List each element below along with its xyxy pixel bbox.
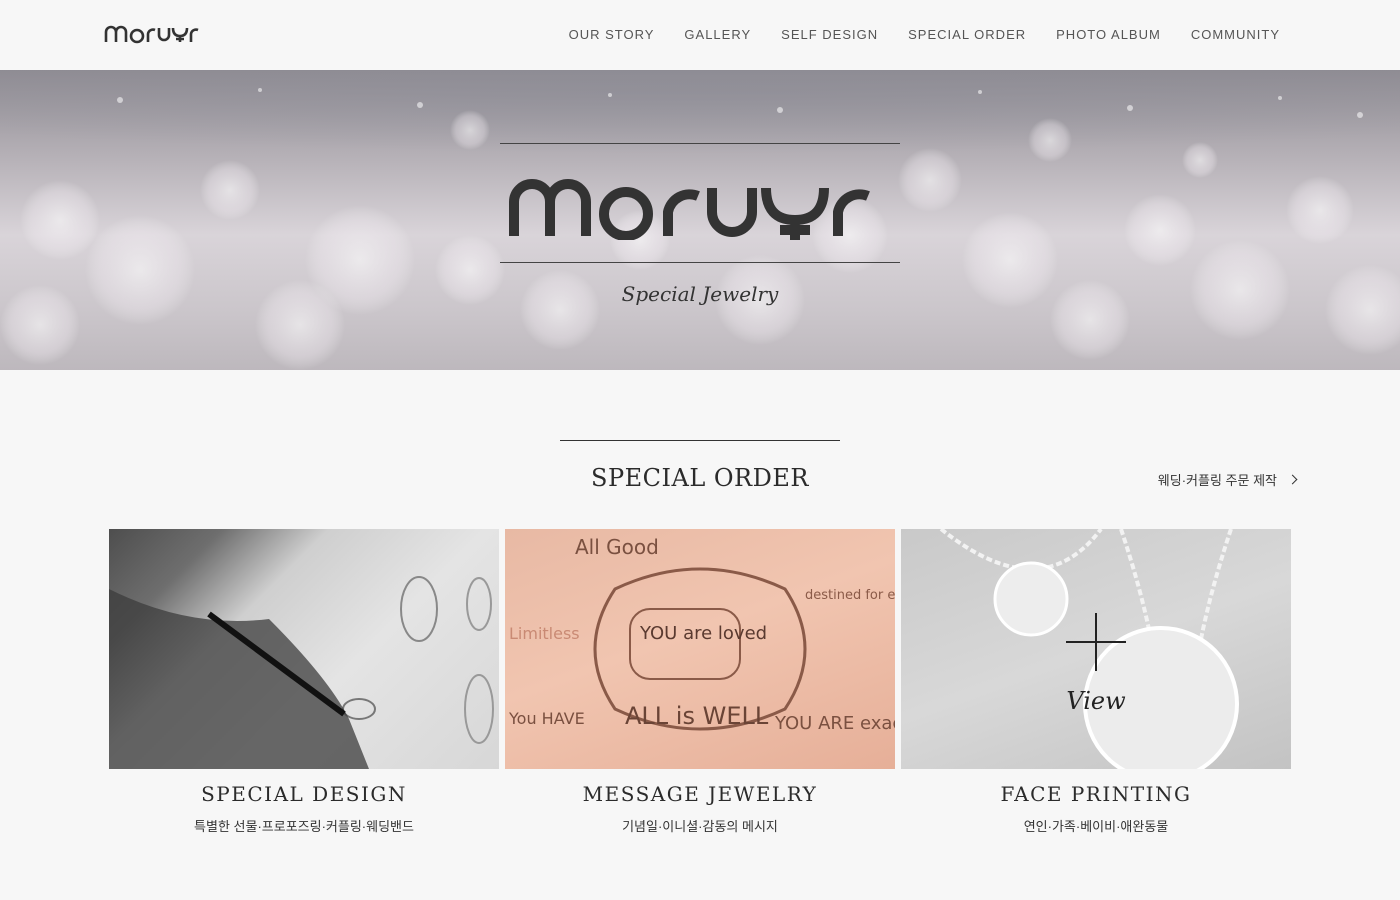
card-title: FACE PRINTING: [1000, 782, 1192, 806]
site-header: OUR STORY GALLERY SELF DESIGN SPECIAL OR…: [0, 0, 1400, 70]
main-nav: OUR STORY GALLERY SELF DESIGN SPECIAL OR…: [569, 27, 1280, 42]
face-printing-image: View: [901, 529, 1291, 769]
view-overlay-label[interactable]: View: [901, 687, 1291, 715]
moruyr-hero-logo: [509, 179, 870, 240]
section-title: SPECIAL ORDER: [591, 464, 809, 492]
special-design-image: [109, 529, 499, 769]
nav-photo-album[interactable]: PHOTO ALBUM: [1056, 27, 1161, 42]
section-link-label: 웨딩·커플링 주문 제작: [1157, 473, 1277, 488]
chevron-right-icon: [1287, 474, 1298, 485]
nav-self-design[interactable]: SELF DESIGN: [781, 27, 878, 42]
view-cross-vertical: [1095, 613, 1097, 671]
nav-community[interactable]: COMMUNITY: [1191, 27, 1280, 42]
nav-gallery[interactable]: GALLERY: [684, 27, 751, 42]
card-subtitle: 특별한 선물·프로포즈링·커플링·웨딩밴드: [194, 819, 414, 834]
art-text-you-have: You HAVE: [508, 709, 585, 728]
nav-special-order[interactable]: SPECIAL ORDER: [908, 27, 1026, 42]
hero-bottom-rule: [500, 262, 900, 263]
nav-our-story[interactable]: OUR STORY: [569, 27, 655, 42]
hero-tagline: Special Jewelry: [621, 282, 779, 306]
art-text-you-are: YOU are loved: [639, 623, 767, 644]
message-jewelry-image: YOU are loved ALL is WELL YOU ARE exactl…: [505, 529, 895, 769]
art-text-you-are-exactly: YOU ARE exactly: [774, 713, 895, 734]
card-subtitle: 기념일·이니셜·감동의 메시지: [622, 819, 778, 834]
hero-banner: Special Jewelry: [0, 70, 1400, 370]
wedding-couple-order-link[interactable]: 웨딩·커플링 주문 제작: [1157, 470, 1298, 489]
hero-top-rule: [500, 143, 900, 144]
card-title: MESSAGE JEWELRY: [582, 782, 818, 806]
card-special-design[interactable]: SPECIAL DESIGN 특별한 선물·프로포즈링·커플링·웨딩밴드: [109, 529, 499, 835]
art-text-all-good: All Good: [575, 535, 659, 559]
art-text-destined: destined for even GREATER things: [805, 588, 895, 603]
art-text-all-is-well: ALL is WELL: [625, 702, 769, 730]
card-title: SPECIAL DESIGN: [201, 782, 407, 806]
card-face-printing[interactable]: View FACE PRINTING 연인·가족·베이비·애완동물: [901, 529, 1291, 835]
art-text-limitless: Limitless: [509, 624, 580, 643]
section-rule: [560, 440, 840, 441]
card-message-jewelry[interactable]: YOU are loved ALL is WELL YOU ARE exactl…: [505, 529, 895, 835]
card-subtitle: 연인·가족·베이비·애완동물: [1023, 819, 1169, 834]
moruyr-logo[interactable]: [104, 20, 202, 44]
